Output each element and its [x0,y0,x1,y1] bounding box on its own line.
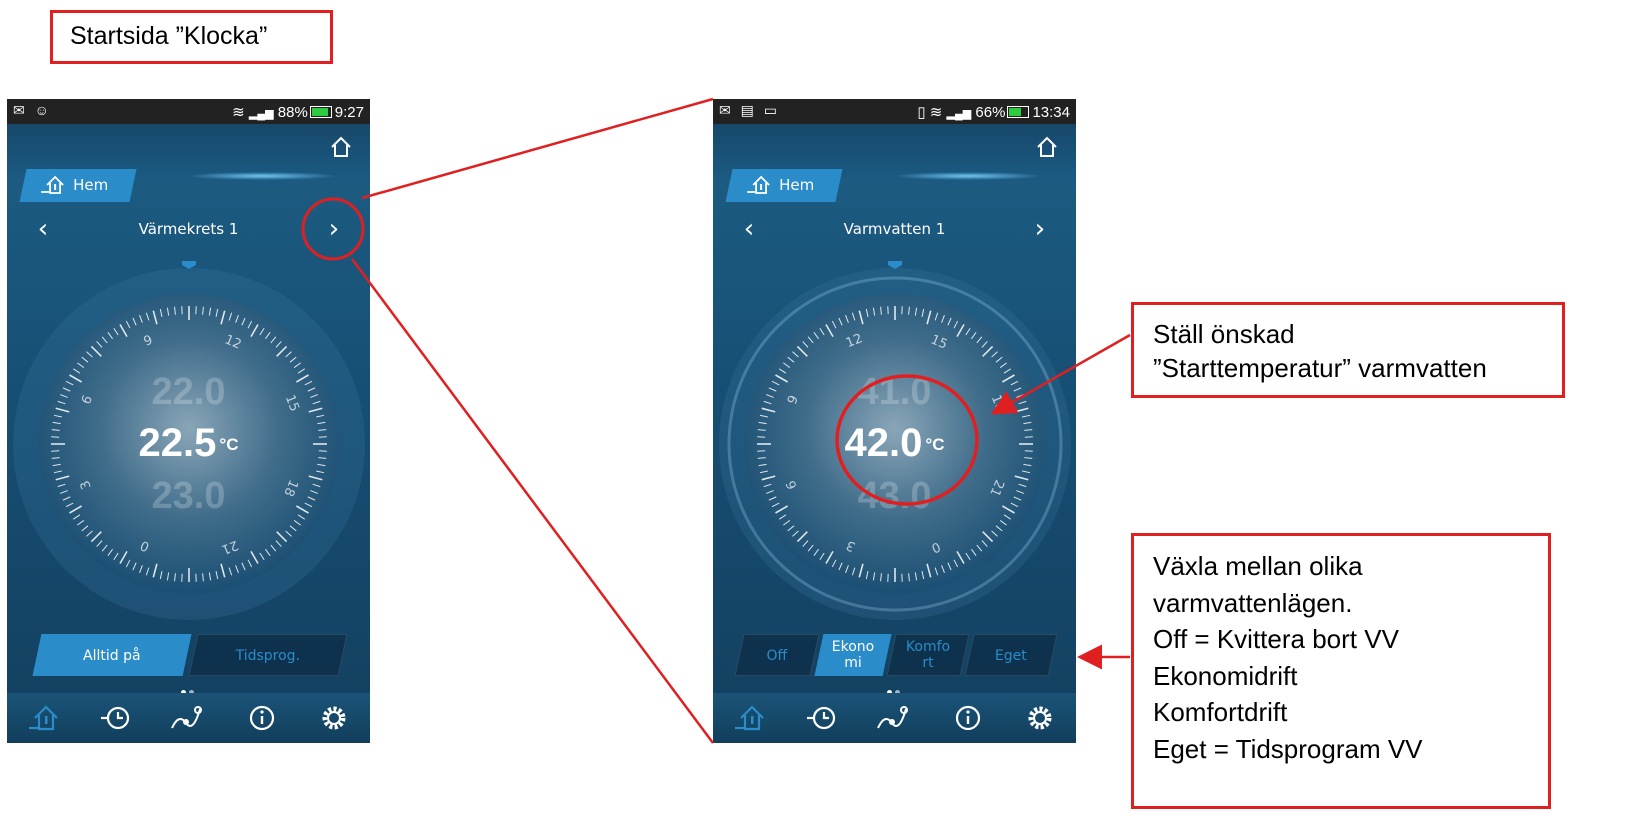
callout-modes-line-5: Komfortdrift [1153,697,1288,727]
mode-ekonomi[interactable]: Ekono mi [814,634,892,676]
status-right: ▯ ≋ ▂▄▆ 66% 13:34 [917,103,1070,121]
temp-current[interactable]: 22.5 °C [7,421,370,466]
chevron-right-icon[interactable]: › [324,214,344,244]
temp-current[interactable]: 42.0 °C [713,421,1076,466]
mode-label: Ekono mi [831,639,875,671]
battery-percent: 88% [277,104,308,121]
clock-time: 9:27 [334,104,364,121]
header-glow [893,172,1043,180]
callout-start-line-1: Ställ önskad [1153,319,1295,349]
circuit-nav: ‹ Värmekrets 1 › [7,214,370,244]
callout-start-line-2: ”Starttemperatur” varmvatten [1153,353,1487,383]
signal-icon: ▂▄▆ [946,108,972,120]
mode-selector: Off Ekono mi Komfo rt Eget [734,634,1058,676]
callout-modes-line-2: varmvattenlägen. [1153,587,1353,618]
home-outline-icon[interactable] [1034,134,1060,160]
temp-current-value: 42.0 [844,421,923,465]
wifi-icon: ≋ [232,104,245,121]
hem-tab-content: Hem [41,175,109,194]
callout-modes-line-1: Växla mellan olika [1153,551,1363,581]
hem-label: Hem [779,176,815,194]
header-glow [187,172,337,180]
temp-above: 22.0 [151,371,226,413]
mode-label: Komfo rt [905,639,951,671]
signal-icon: ▂▄▆ [248,108,274,120]
callout-modes-line-3: Off = Kvittera bort VV [1153,624,1399,654]
callout-modes-line-4: Ekonomidrift [1153,660,1298,691]
notification-icons: ✉ ☺ [13,102,52,118]
info-icon[interactable] [245,701,279,735]
callout-modes: Växla mellan olika varmvattenlägen. Off … [1131,533,1551,809]
callout-modes-line-6: Eget = Tidsprogram VV [1153,733,1423,764]
curve-graph-icon[interactable] [169,701,203,735]
house-thermometer-icon[interactable] [733,701,767,735]
temp-unit: °C [925,435,945,454]
hem-tab-content: Hem [747,175,815,194]
status-bar: ✉ ☺ ≋ ▂▄▆ 88% 9:27 [7,99,370,124]
house-thermometer-icon[interactable] [27,701,61,735]
mode-selector: Alltid på Tidsprog. [32,634,348,676]
phone-right: ✉ ▤ ▭ ▯ ≋ ▂▄▆ 66% 13:34 Hem ‹ Varmvatten … [713,99,1076,743]
hem-tab[interactable]: Hem [725,169,843,202]
status-right: ≋ ▂▄▆ 88% 9:27 [232,103,364,121]
battery-percent: 66% [975,104,1006,121]
notification-icons: ✉ ▤ ▭ [719,102,780,118]
mode-label: Eget [994,648,1027,664]
callout-title: Startsida ”Klocka” [50,10,333,64]
temp-below: 43.0 [857,475,932,517]
bottom-nav [7,693,370,743]
zoom-line-bottom [350,258,715,744]
gear-icon[interactable] [317,701,351,735]
mode-label: Tidsprog. [235,648,301,664]
mode-komfort[interactable]: Komfo rt [886,634,970,676]
hem-tab[interactable]: Hem [19,169,137,202]
clock-history-icon[interactable] [99,701,133,735]
curve-graph-icon[interactable] [875,701,909,735]
house-thermometer-icon [41,175,64,194]
mode-alltid-pa[interactable]: Alltid på [32,634,192,676]
clock-time: 13:34 [1032,104,1070,121]
mode-tidsprog[interactable]: Tidsprog. [188,634,348,676]
info-icon[interactable] [951,701,985,735]
temp-unit: °C [219,435,239,454]
hem-label: Hem [73,176,109,194]
clock-history-icon[interactable] [805,701,839,735]
home-outline-icon[interactable] [328,134,354,160]
mode-label: Off [766,648,788,664]
circuit-nav: ‹ Varmvatten 1 › [713,214,1076,244]
temp-below: 23.0 [151,475,226,517]
temp-above: 41.0 [857,371,932,413]
bottom-nav [713,693,1076,743]
chevron-right-icon[interactable]: › [1030,214,1050,244]
house-thermometer-icon [747,175,770,194]
vibrate-icon: ▯ [917,104,926,121]
circuit-title: Varmvatten 1 [843,220,946,238]
mode-eget[interactable]: Eget [964,634,1058,676]
battery-icon [1007,106,1030,118]
status-bar: ✉ ▤ ▭ ▯ ≋ ▂▄▆ 66% 13:34 [713,99,1076,124]
temp-current-value: 22.5 [138,421,217,465]
mode-off[interactable]: Off [734,634,820,676]
zoom-line-top [361,97,714,200]
phone-left: ✉ ☺ ≋ ▂▄▆ 88% 9:27 Hem ‹ Värmekrets 1 › 9… [7,99,370,743]
wifi-icon: ≋ [929,104,943,121]
circuit-title: Värmekrets 1 [138,220,239,238]
gear-icon[interactable] [1023,701,1057,735]
mode-label: Alltid på [83,648,141,664]
callout-start-temperature: Ställ önskad ”Starttemperatur” varmvatte… [1131,302,1565,398]
callout-title-text: Startsida ”Klocka” [70,22,268,50]
battery-icon [309,106,332,118]
